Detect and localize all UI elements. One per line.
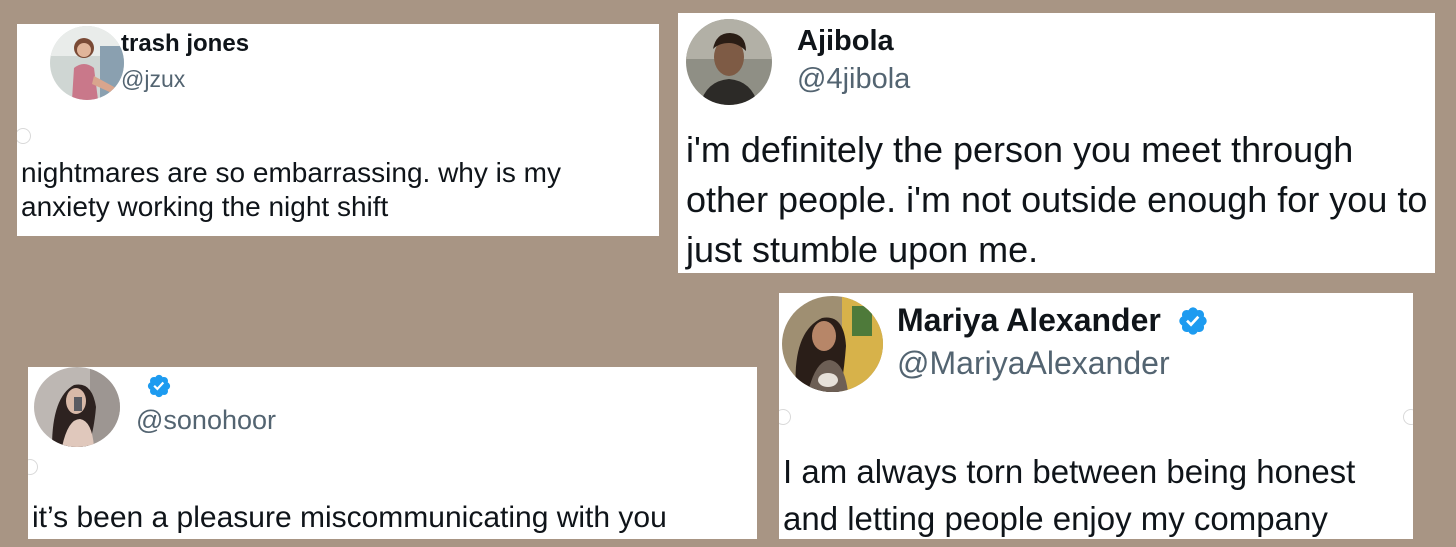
faded-circle-icon — [1403, 409, 1413, 425]
display-name[interactable]: Ajibola — [797, 25, 894, 58]
verified-badge-icon — [146, 373, 172, 399]
tweet-card-mariya-alexander[interactable]: Mariya Alexander @MariyaAlexander I am a… — [779, 293, 1413, 539]
avatar-photo — [686, 19, 772, 105]
tweet-card-sonohoor[interactable]: @sonohoor it’s been a pleasure miscommun… — [28, 367, 757, 539]
avatar-photo — [782, 296, 883, 392]
faded-circle-icon — [779, 409, 791, 425]
tweet-card-trash-jones[interactable]: trash jones @jzux nightmares are so emba… — [17, 24, 659, 236]
username-handle[interactable]: @sonohoor — [136, 405, 276, 436]
display-name[interactable]: Mariya Alexander — [897, 302, 1161, 339]
avatar[interactable] — [782, 296, 883, 392]
avatar[interactable] — [34, 367, 120, 447]
username-handle[interactable]: @jzux — [121, 66, 185, 93]
faded-circle-icon — [28, 459, 38, 475]
tweet-text: nightmares are so embarrassing. why is m… — [21, 157, 561, 223]
avatar[interactable] — [686, 19, 772, 105]
avatar-photo — [50, 26, 124, 100]
display-name[interactable]: trash jones — [121, 30, 249, 58]
tweet-text: i'm definitely the person you meet throu… — [686, 129, 1428, 271]
faded-circle-icon — [17, 128, 31, 144]
username-handle[interactable]: @MariyaAlexander — [897, 345, 1170, 382]
tweet-text: I am always torn between being honest an… — [783, 453, 1356, 537]
username-handle[interactable]: @4jibola — [797, 63, 910, 96]
avatar[interactable] — [50, 26, 124, 100]
verified-badge-icon — [1177, 305, 1209, 337]
tweet-text: it’s been a pleasure miscommunicating wi… — [32, 501, 667, 534]
avatar-photo — [34, 367, 120, 447]
tweet-card-ajibola[interactable]: Ajibola @4jibola i'm definitely the pers… — [678, 13, 1435, 273]
